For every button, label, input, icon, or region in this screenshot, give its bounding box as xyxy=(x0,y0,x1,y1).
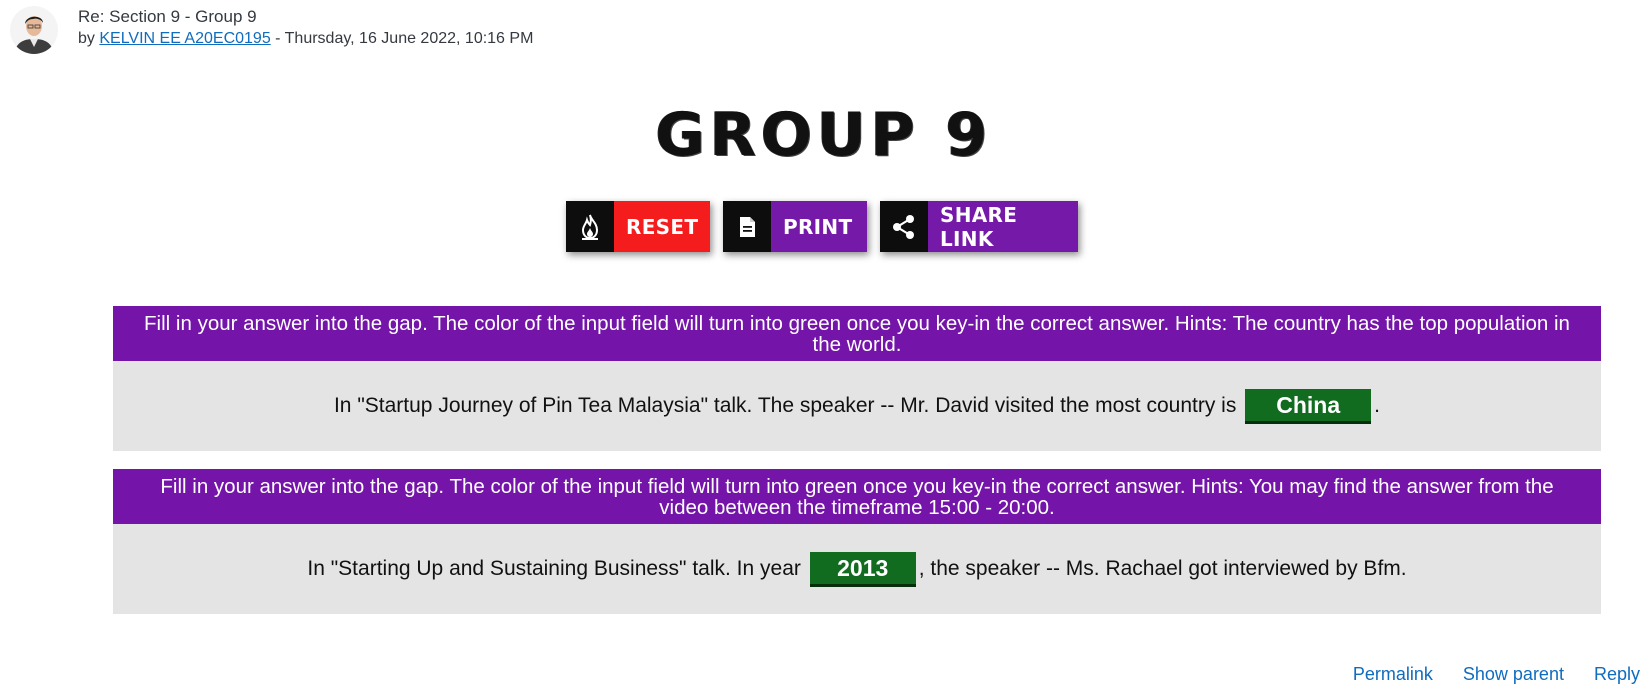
reply-link[interactable]: Reply xyxy=(1594,664,1640,685)
post-actions: Permalink Show parent Reply xyxy=(1353,664,1640,685)
game-title: GROUP 9 xyxy=(655,100,993,170)
share-link-label: SHARE LINK xyxy=(928,201,1078,252)
gap-fill-task-1: Fill in your answer into the gap. The co… xyxy=(113,306,1601,451)
task-question: In "Starting Up and Sustaining Business"… xyxy=(113,524,1601,614)
byline-prefix: by xyxy=(78,30,100,47)
post-byline: by KELVIN EE A20EC0195 - Thursday, 16 Ju… xyxy=(78,28,533,50)
question-text-after: . xyxy=(1374,394,1381,417)
post-header: Re: Section 9 - Group 9 by KELVIN EE A20… xyxy=(10,6,533,54)
share-link-button[interactable]: SHARE LINK xyxy=(880,201,1078,252)
gap-fill-task-2: Fill in your answer into the gap. The co… xyxy=(113,469,1601,614)
answer-input[interactable]: China xyxy=(1245,388,1372,424)
question-text-before: In "Starting Up and Sustaining Business"… xyxy=(307,557,807,580)
author-link[interactable]: KELVIN EE A20EC0195 xyxy=(99,30,270,47)
answer-input[interactable]: 2013 xyxy=(809,551,916,587)
game-toolbar: RESET PRINT SHARE LINK xyxy=(0,201,1648,252)
reset-button[interactable]: RESET xyxy=(566,201,710,252)
task-hint: Fill in your answer into the gap. The co… xyxy=(113,306,1601,361)
question-text-before: In "Startup Journey of Pin Tea Malaysia"… xyxy=(333,394,1243,417)
show-parent-link[interactable]: Show parent xyxy=(1463,664,1564,685)
question-text-after: , the speaker -- Ms. Rachael got intervi… xyxy=(918,557,1407,580)
fire-icon xyxy=(566,201,614,252)
permalink-link[interactable]: Permalink xyxy=(1353,664,1433,685)
post-date: - Thursday, 16 June 2022, 10:16 PM xyxy=(270,30,534,47)
share-icon xyxy=(880,201,928,252)
task-hint: Fill in your answer into the gap. The co… xyxy=(113,469,1601,524)
reset-label: RESET xyxy=(614,201,710,252)
print-button[interactable]: PRINT xyxy=(723,201,867,252)
task-question: In "Startup Journey of Pin Tea Malaysia"… xyxy=(113,361,1601,451)
avatar[interactable] xyxy=(10,6,58,54)
document-icon xyxy=(723,201,771,252)
print-label: PRINT xyxy=(771,201,867,252)
post-subject: Re: Section 9 - Group 9 xyxy=(78,7,257,26)
